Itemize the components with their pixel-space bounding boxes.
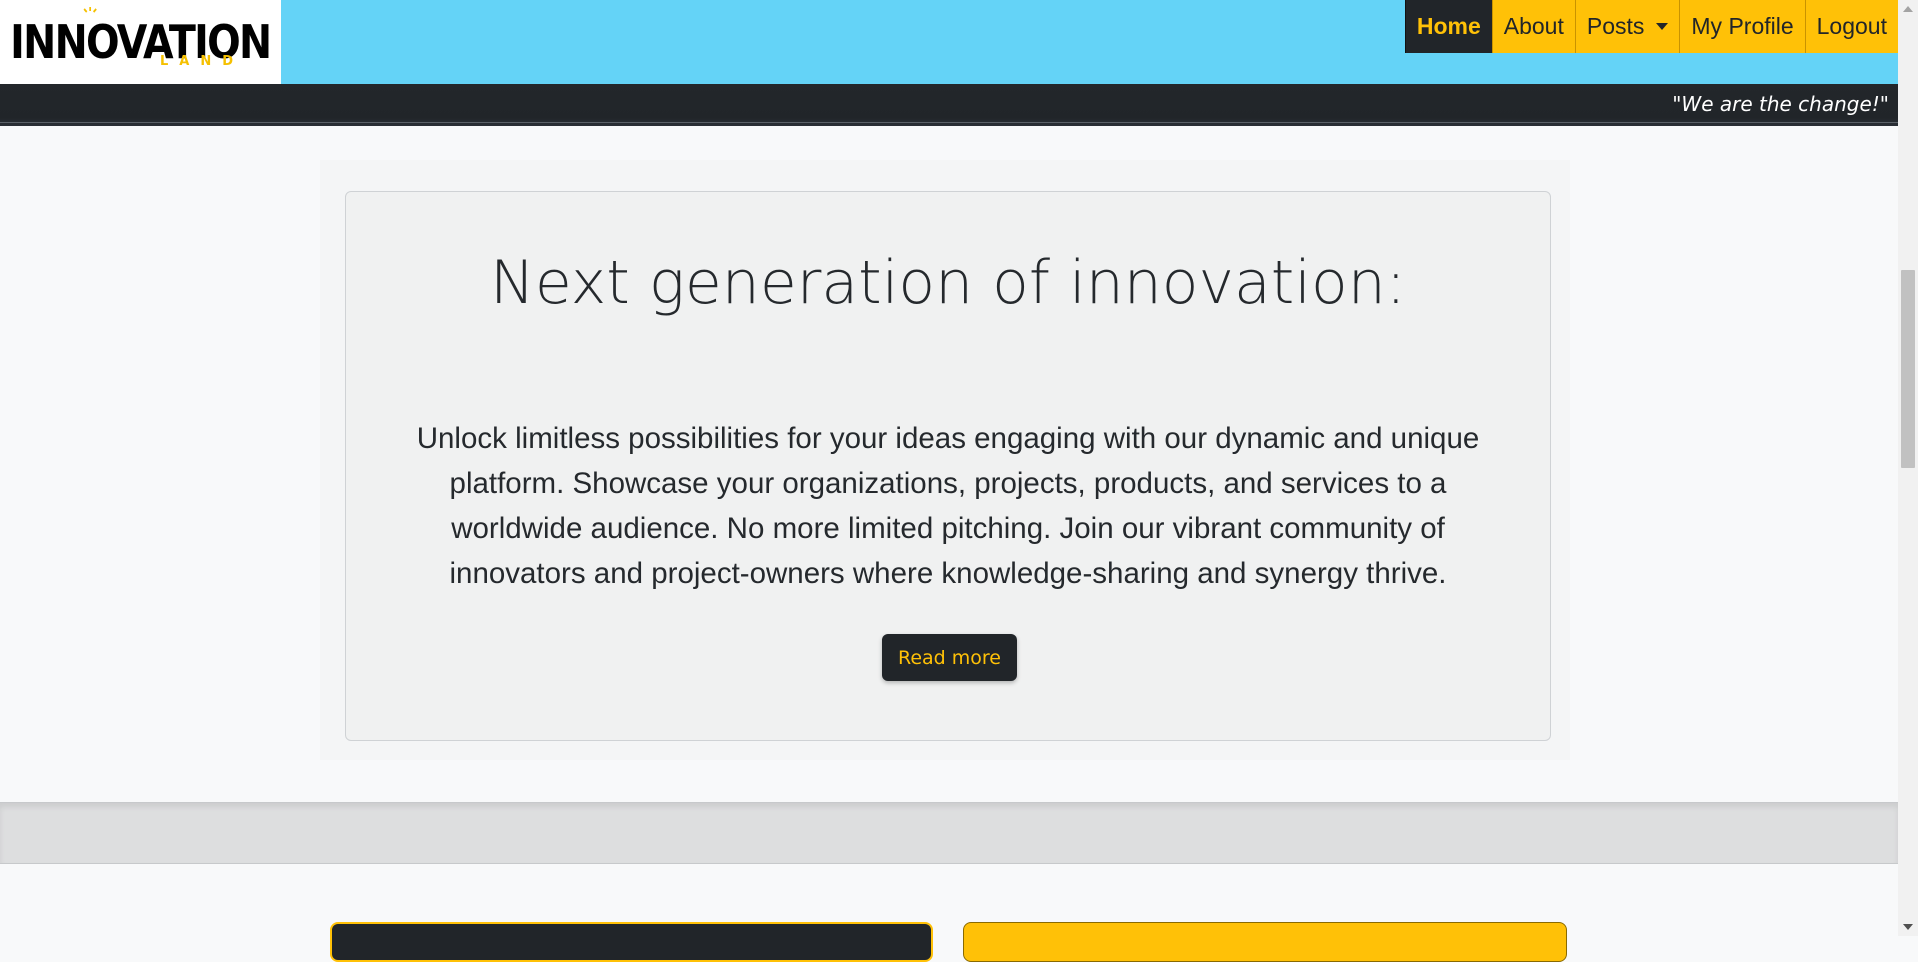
hero-title: Next generation of innovation: [490, 248, 1406, 318]
main-nav: Home About Posts My Profile Logout [1404, 0, 1898, 53]
scroll-up-arrow-icon[interactable] [1903, 6, 1913, 12]
tagline-divider [0, 122, 1898, 123]
hero-card: Next generation of innovation: Unlock li… [345, 191, 1551, 741]
nav-posts-label: Posts [1586, 13, 1645, 39]
nav-posts-dropdown[interactable]: Posts [1574, 0, 1680, 53]
nav-home-label: Home [1416, 13, 1481, 39]
nav-my-profile[interactable]: My Profile [1679, 0, 1805, 53]
tagline-bar: "We are the change!" [0, 84, 1898, 126]
feature-card-yellow[interactable] [963, 922, 1567, 962]
caret-down-icon [1656, 23, 1669, 30]
tagline: "We are the change!" [1672, 92, 1889, 116]
hero-description: Unlock limitless possibilities for your … [416, 421, 1480, 590]
feature-card-dark[interactable] [330, 922, 933, 962]
read-more-button[interactable]: Read more [882, 634, 1017, 681]
nav-about-label: About [1503, 13, 1564, 39]
page-scrollbar[interactable] [1898, 0, 1918, 936]
nav-about[interactable]: About [1491, 0, 1575, 53]
nav-logout-label: Logout [1816, 13, 1887, 39]
scrollbar-thumb[interactable] [1901, 270, 1915, 468]
section-divider-band [0, 802, 1898, 864]
top-header: INNOVATION LAND Home About Posts My Prof… [0, 0, 1898, 84]
nav-logout[interactable]: Logout [1804, 0, 1898, 53]
nav-my-profile-label: My Profile [1691, 13, 1794, 39]
lightbulb-icon [83, 7, 97, 13]
logo-subtext: LAND [160, 54, 245, 69]
nav-home[interactable]: Home [1404, 0, 1492, 53]
logo[interactable]: INNOVATION LAND [0, 0, 281, 84]
scroll-down-arrow-icon[interactable] [1903, 924, 1913, 930]
